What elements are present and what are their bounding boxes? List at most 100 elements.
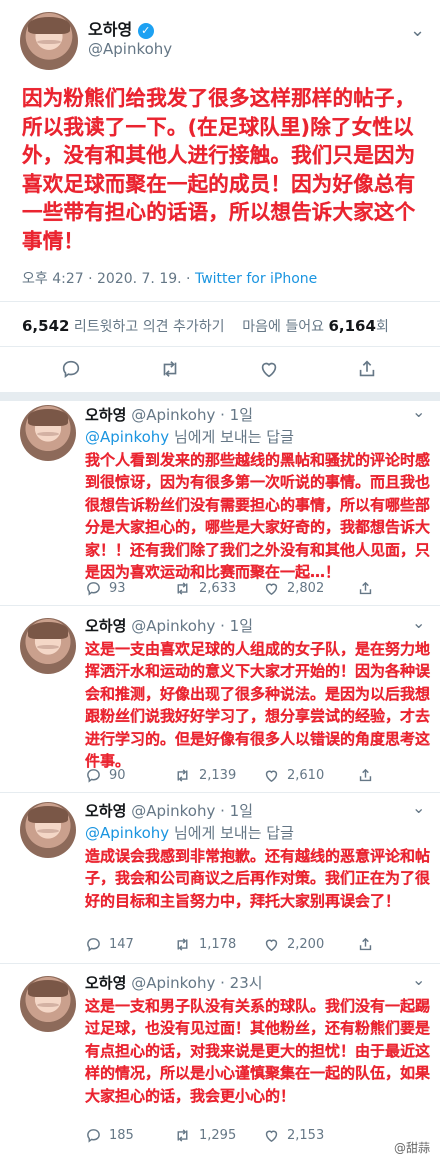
- handle-and-time[interactable]: @Apinkohy · 1일: [131, 406, 253, 424]
- reply-text: 我个人看到发来的那些越线的黑帖和骚扰的评论时感到很惊讶，因为有很多第一次听说的事…: [85, 451, 431, 582]
- reply-count: 185: [109, 1128, 134, 1143]
- chevron-down-icon[interactable]: ⌄: [412, 613, 425, 632]
- like-count: 2,153: [287, 1128, 325, 1143]
- retweet-count-link[interactable]: 6,542 리트윗하고 의견 추가하기: [22, 317, 224, 335]
- retweet-icon: [158, 358, 182, 380]
- share-icon: [359, 768, 372, 782]
- timestamp-text[interactable]: 오후 4:27 · 2020. 7. 19. ·: [22, 271, 195, 287]
- chevron-down-icon[interactable]: ⌄: [412, 970, 425, 989]
- reply-count: 93: [109, 581, 126, 596]
- retweet-count: 2,633: [199, 581, 237, 596]
- reply-button[interactable]: 185: [85, 1127, 134, 1144]
- reply-to-handle[interactable]: @Apinkohy: [85, 428, 169, 446]
- tweet-stats: 6,542 리트윗하고 의견 추가하기 마음에 들어요 6,164회: [22, 316, 389, 336]
- handle-and-time[interactable]: @Apinkohy · 23시: [131, 974, 262, 992]
- reply-text: 造成误会我感到非常抱歉。还有越线的恶意评论和帖子，我会和公司商议之后再作对策。我…: [85, 847, 431, 910]
- retweet-count: 1,178: [199, 937, 237, 952]
- reply-icon: [87, 1129, 100, 1143]
- reply-icon: [60, 358, 82, 380]
- like-button[interactable]: 2,610: [263, 767, 324, 784]
- handle-and-time[interactable]: @Apinkohy · 1일: [131, 802, 253, 820]
- reply-header: 오하영 @Apinkohy · 1일: [85, 615, 253, 636]
- display-name-text[interactable]: 오하영: [88, 20, 132, 39]
- like-button[interactable]: 2,200: [263, 936, 324, 953]
- reply-header: 오하영 @Apinkohy · 1일: [85, 800, 253, 821]
- reply-text: 这是一支和男子队没有关系的球队。我们没有一起踢过足球，也没有见过面！其他粉丝，还…: [85, 997, 431, 1105]
- reply-button[interactable]: [60, 358, 82, 380]
- tweet-text: 因为粉熊们给我发了很多这样那样的帖子，所以我读了一下。(在足球队里)除了女性以外…: [22, 86, 416, 253]
- share-button[interactable]: [357, 767, 374, 784]
- reply-header: 오하영 @Apinkohy · 1일: [85, 404, 253, 425]
- watermark: @甜蒜: [393, 1141, 430, 1155]
- reply-button[interactable]: 90: [85, 767, 126, 784]
- reply-text: 这是一支由喜欢足球的人组成的女子队，是在努力地挥洒汗水和运动的意义下大家才开始的…: [85, 640, 431, 771]
- reply-icon: [87, 769, 100, 783]
- verified-badge-icon: ✓: [137, 22, 154, 39]
- display-name[interactable]: 오하영: [85, 974, 126, 992]
- retweet-button[interactable]: [158, 358, 182, 380]
- retweet-button[interactable]: 2,139: [173, 767, 236, 784]
- like-button[interactable]: 2,153: [263, 1127, 324, 1144]
- reply-actions: 185 1,295 2,153: [85, 1127, 415, 1147]
- like-icon: [258, 358, 280, 380]
- like-button[interactable]: 2,802: [263, 580, 324, 597]
- like-button[interactable]: [258, 358, 280, 380]
- chevron-down-icon[interactable]: ⌄: [410, 20, 425, 41]
- reply-button[interactable]: 147: [85, 936, 134, 953]
- retweet-button[interactable]: 2,633: [173, 580, 236, 597]
- username[interactable]: @Apinkohy: [88, 40, 172, 58]
- reply-button[interactable]: 93: [85, 580, 126, 597]
- reply-actions: 93 2,633 2,802: [85, 580, 415, 600]
- avatar[interactable]: [20, 405, 76, 461]
- avatar[interactable]: [20, 12, 78, 70]
- avatar[interactable]: [20, 976, 76, 1032]
- retweet-icon: [177, 582, 188, 595]
- display-name[interactable]: 오하영: [85, 802, 126, 820]
- share-button[interactable]: [357, 580, 374, 597]
- tweet-timestamp: 오후 4:27 · 2020. 7. 19. · Twitter for iPh…: [22, 268, 317, 288]
- like-count: 2,802: [287, 581, 325, 596]
- display-name[interactable]: 오하영: [85, 406, 126, 424]
- like-icon: [265, 1130, 278, 1143]
- display-name[interactable]: 오하영: [85, 617, 126, 635]
- like-icon: [265, 583, 278, 596]
- share-icon: [359, 581, 372, 595]
- reply-icon: [87, 582, 100, 596]
- share-icon: [356, 358, 378, 380]
- retweet-icon: [177, 938, 188, 951]
- divider: [0, 346, 440, 347]
- share-button[interactable]: [357, 936, 374, 953]
- like-count: 2,200: [287, 937, 325, 952]
- reply-actions: 147 1,178 2,200: [85, 936, 415, 956]
- chevron-down-icon[interactable]: ⌄: [412, 798, 425, 817]
- reply-to: @Apinkohy 님에게 보내는 답글: [85, 824, 294, 842]
- reply-actions: 90 2,139 2,610: [85, 767, 415, 787]
- retweet-icon: [177, 1129, 188, 1142]
- retweet-button[interactable]: 1,295: [173, 1127, 236, 1144]
- divider: [0, 792, 440, 793]
- divider: [0, 605, 440, 606]
- share-button[interactable]: [356, 358, 378, 380]
- reply-count: 147: [109, 937, 134, 952]
- reply-header: 오하영 @Apinkohy · 23시: [85, 972, 263, 993]
- retweet-count: 2,139: [199, 768, 237, 783]
- reply-to: @Apinkohy 님에게 보내는 답글: [85, 428, 294, 446]
- chevron-down-icon[interactable]: ⌄: [412, 402, 425, 421]
- handle-and-time[interactable]: @Apinkohy · 1일: [131, 617, 253, 635]
- like-icon: [265, 939, 278, 952]
- reply-to-handle[interactable]: @Apinkohy: [85, 824, 169, 842]
- divider: [0, 301, 440, 302]
- divider: [0, 963, 440, 964]
- like-count-link[interactable]: 마음에 들어요 6,164회: [242, 317, 389, 335]
- source-link[interactable]: Twitter for iPhone: [195, 271, 317, 287]
- retweet-button[interactable]: 1,178: [173, 936, 236, 953]
- avatar[interactable]: [20, 802, 76, 858]
- retweet-icon: [177, 769, 188, 782]
- like-count: 2,610: [287, 768, 325, 783]
- display-name[interactable]: 오하영 ✓: [88, 16, 154, 40]
- like-icon: [265, 770, 278, 783]
- reply-count: 90: [109, 768, 126, 783]
- reply-icon: [87, 938, 100, 952]
- retweet-count: 1,295: [199, 1128, 237, 1143]
- avatar[interactable]: [20, 618, 76, 674]
